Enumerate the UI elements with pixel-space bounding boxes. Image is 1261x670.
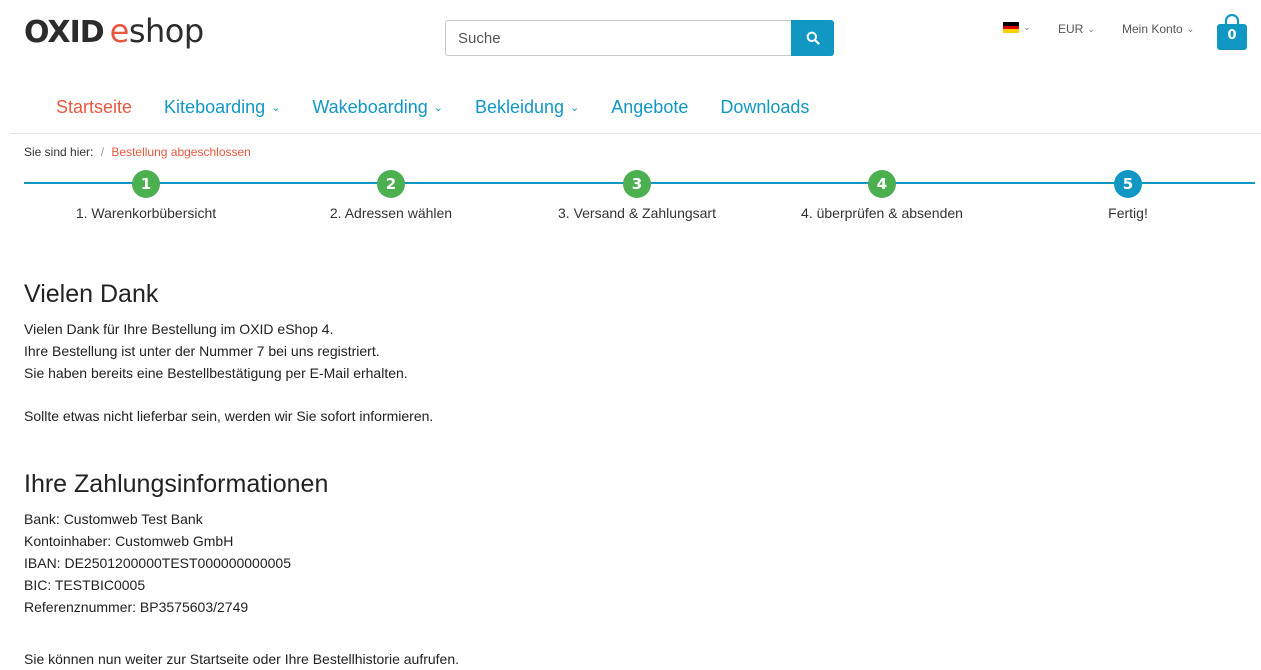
payment-title: Ihre Zahlungsinformationen: [24, 470, 329, 498]
breadcrumb-separator: /: [100, 145, 105, 159]
nav-item-kiteboarding[interactable]: Kiteboarding ⌄: [148, 97, 296, 118]
language-selector[interactable]: ⌄: [1003, 22, 1031, 33]
thanks-title: Vielen Dank: [24, 280, 159, 308]
thanks-line: Ihre Bestellung ist unter der Nummer 7 b…: [24, 343, 380, 359]
step-3-indicator: 3: [623, 170, 651, 198]
chevron-down-icon: ⌄: [1087, 23, 1095, 34]
breadcrumb: Sie sind hier: / Bestellung abgeschlosse…: [24, 145, 251, 159]
logo-eshop-rest: shop: [128, 12, 204, 50]
chevron-down-icon: ⌄: [1023, 22, 1031, 32]
footer-note: Sie können nun weiter zur Startseite ode…: [24, 651, 460, 667]
payment-details: Bank: Customweb Test Bank Kontoinhaber: …: [24, 508, 291, 618]
step-2-label: 2. Adressen wählen: [329, 205, 453, 221]
nav-item-downloads[interactable]: Downloads: [704, 97, 825, 118]
search-icon: [806, 31, 820, 45]
main-navigation: Startseite Kiteboarding ⌄ Wakeboarding ⌄ B…: [40, 97, 825, 118]
nav-item-label: Kiteboarding: [164, 97, 266, 117]
step-5-indicator: 5: [1114, 170, 1142, 198]
account-label: Mein Konto: [1122, 22, 1183, 36]
payment-bic: BIC: TESTBIC0005: [24, 577, 146, 593]
nav-item-label: Downloads: [720, 97, 810, 117]
currency-selector[interactable]: EUR ⌄: [1058, 22, 1095, 36]
chevron-down-icon: ⌄: [1186, 23, 1195, 34]
chevron-down-icon: ⌄: [271, 102, 281, 114]
search-button[interactable]: [791, 20, 834, 56]
thanks-line: Sie haben bereits eine Bestellbestätigun…: [24, 365, 408, 381]
nav-item-label: Angebote: [611, 97, 689, 117]
payment-bank: Bank: Customweb Test Bank: [24, 511, 203, 527]
nav-item-bekleidung[interactable]: Bekleidung ⌄: [459, 97, 595, 118]
shop-logo[interactable]: oxid eshop: [24, 12, 205, 50]
payment-reference: Referenznummer: BP3575603/2749: [24, 599, 249, 615]
step-4-label: 4. überprüfen & absenden: [801, 205, 963, 221]
chevron-down-icon: ⌄: [570, 102, 580, 114]
currency-label: EUR: [1058, 22, 1084, 36]
nav-item-label: Bekleidung: [474, 97, 565, 117]
thanks-text: Vielen Dank für Ihre Bestellung im OXID …: [24, 318, 408, 384]
step-3-label: 3. Versand & Zahlungsart: [558, 205, 716, 221]
nav-item-label: Wakeboarding: [312, 97, 428, 117]
cart-count: 0: [1227, 28, 1237, 43]
nav-item-startseite[interactable]: Startseite: [40, 97, 148, 118]
cart-button[interactable]: 0: [1216, 13, 1248, 50]
nav-item-wakeboarding[interactable]: Wakeboarding ⌄: [296, 97, 459, 118]
nav-item-label: Startseite: [56, 97, 133, 117]
search-input[interactable]: [445, 20, 791, 56]
payment-iban: IBAN: DE2501200000TEST000000000005: [24, 555, 291, 571]
availability-note: Sollte etwas nicht lieferbar sein, werde…: [24, 408, 434, 424]
step-5-label: Fertig!: [1108, 205, 1148, 221]
search-form: [445, 20, 834, 56]
payment-holder: Kontoinhaber: Customweb GmbH: [24, 533, 234, 549]
breadcrumb-prefix: Sie sind hier:: [24, 145, 94, 159]
logo-eshop-e: e: [109, 12, 130, 50]
step-1-label: 1. Warenkorbübersicht: [75, 205, 217, 221]
logo-eshop: eshop: [109, 12, 205, 50]
de-flag-icon: [1003, 22, 1019, 33]
nav-divider: [10, 133, 1261, 134]
nav-item-angebote[interactable]: Angebote: [595, 97, 704, 118]
step-4-indicator: 4: [868, 170, 896, 198]
breadcrumb-current[interactable]: Bestellung abgeschlossen: [111, 145, 250, 159]
chevron-down-icon: ⌄: [433, 102, 443, 114]
step-2-indicator: 2: [377, 170, 405, 198]
logo-oxid: oxid: [24, 15, 105, 50]
step-1-indicator: 1: [132, 170, 160, 198]
thanks-line: Vielen Dank für Ihre Bestellung im OXID …: [24, 321, 334, 337]
account-menu[interactable]: Mein Konto ⌄: [1122, 22, 1194, 36]
